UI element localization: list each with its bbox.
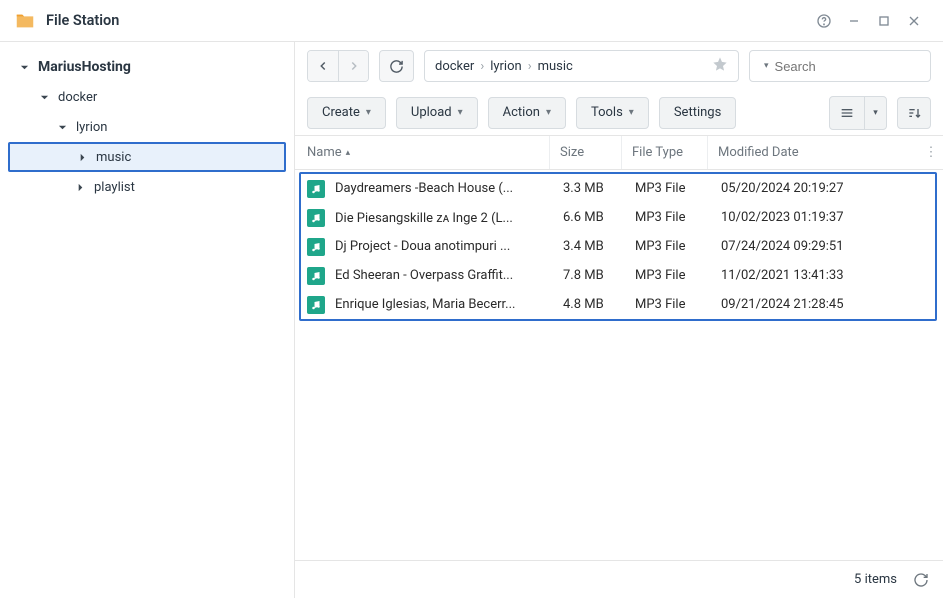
caret-down-icon: [56, 121, 68, 133]
file-size: 7.8 MB: [553, 268, 625, 283]
table-row[interactable]: Ed Sheeran - Overpass Graffit...7.8 MBMP…: [301, 261, 935, 290]
close-button[interactable]: [899, 6, 929, 36]
breadcrumb-item[interactable]: music: [538, 59, 573, 74]
file-type: MP3 File: [625, 239, 711, 254]
caret-down-icon: [38, 91, 50, 103]
list-view-button[interactable]: [830, 97, 864, 129]
file-name: Enrique Iglesias, Maria Becerr...: [335, 297, 553, 312]
table-row[interactable]: Die Piesangskille ᴢᴀ Inge 2 (L...6.6 MBM…: [301, 203, 935, 232]
file-name: Dj Project - Doua anotimpuri ...: [335, 239, 553, 254]
file-date: 05/20/2024 20:19:27: [711, 181, 935, 196]
item-count: 5 items: [854, 572, 897, 587]
music-file-icon: [307, 180, 325, 198]
music-file-icon: [307, 209, 325, 227]
app-title: File Station: [46, 12, 809, 29]
file-size: 3.4 MB: [553, 239, 625, 254]
file-date: 07/24/2024 09:29:51: [711, 239, 935, 254]
help-button[interactable]: [809, 6, 839, 36]
tree-item-lyrion[interactable]: lyrion: [0, 112, 294, 142]
caret-right-icon: [76, 151, 88, 163]
nav-toolbar: docker › lyrion › music ▾: [295, 42, 943, 90]
file-size: 4.8 MB: [553, 297, 625, 312]
file-date: 09/21/2024 21:28:45: [711, 297, 935, 312]
file-table: Name▴ Size File Type Modified Date ⋮ Day…: [295, 136, 943, 560]
status-bar: 5 items: [295, 560, 943, 598]
action-toolbar: Create▾ Upload▾ Action▾ Tools▾ Settings …: [295, 90, 943, 136]
column-header-name[interactable]: Name▴: [307, 136, 549, 169]
file-name: Daydreamers -Beach House (...: [335, 181, 553, 196]
nav-back-button[interactable]: [308, 51, 338, 81]
caret-down-icon[interactable]: ▾: [764, 61, 769, 71]
chevron-right-icon: ›: [528, 59, 532, 74]
tree-item-label: docker: [58, 90, 97, 105]
music-file-icon: [307, 296, 325, 314]
file-name: Ed Sheeran - Overpass Graffit...: [335, 268, 553, 283]
folder-tree: MariusHosting docker lyrion music playlist: [0, 42, 295, 598]
column-header-date[interactable]: Modified Date: [707, 136, 919, 169]
app-folder-icon: [14, 10, 36, 32]
file-name: Die Piesangskille ᴢᴀ Inge 2 (L...: [335, 210, 553, 226]
nav-forward-button[interactable]: [338, 51, 368, 81]
column-header-size[interactable]: Size: [549, 136, 621, 169]
main-panel: docker › lyrion › music ▾ Create▾ Upload…: [295, 42, 943, 598]
file-date: 10/02/2023 01:19:37: [711, 210, 935, 225]
music-file-icon: [307, 267, 325, 285]
maximize-button[interactable]: [869, 6, 899, 36]
sort-button[interactable]: [897, 97, 931, 129]
column-header-row: Name▴ Size File Type Modified Date ⋮: [295, 136, 943, 170]
tree-item-label: playlist: [94, 180, 135, 195]
favorite-star-icon[interactable]: [712, 56, 728, 76]
file-size: 3.3 MB: [553, 181, 625, 196]
search-input[interactable]: [775, 59, 943, 74]
caret-down-icon: [18, 61, 30, 73]
tree-item-playlist[interactable]: playlist: [0, 172, 294, 202]
breadcrumb-item[interactable]: lyrion: [490, 59, 521, 74]
file-size: 6.6 MB: [553, 210, 625, 225]
chevron-right-icon: ›: [480, 59, 484, 74]
search-box[interactable]: ▾: [749, 50, 931, 82]
caret-right-icon: [74, 181, 86, 193]
file-date: 11/02/2021 13:41:33: [711, 268, 935, 283]
tree-item-music[interactable]: music: [8, 142, 286, 172]
column-header-type[interactable]: File Type: [621, 136, 707, 169]
tree-item-label: lyrion: [76, 120, 107, 135]
table-row[interactable]: Enrique Iglesias, Maria Becerr...4.8 MBM…: [301, 290, 935, 319]
tree-item-label: music: [96, 150, 131, 165]
file-type: MP3 File: [625, 181, 711, 196]
view-dropdown-button[interactable]: ▾: [864, 97, 886, 129]
status-refresh-button[interactable]: [913, 572, 929, 588]
breadcrumb: docker › lyrion › music: [424, 50, 739, 82]
refresh-button[interactable]: [379, 50, 414, 82]
breadcrumb-item[interactable]: docker: [435, 59, 474, 74]
titlebar: File Station: [0, 0, 943, 42]
file-type: MP3 File: [625, 210, 711, 225]
tree-root[interactable]: MariusHosting: [0, 52, 294, 82]
music-file-icon: [307, 238, 325, 256]
settings-button[interactable]: Settings: [659, 97, 736, 129]
file-type: MP3 File: [625, 268, 711, 283]
tools-button[interactable]: Tools▾: [576, 97, 649, 129]
table-row[interactable]: Daydreamers -Beach House (...3.3 MBMP3 F…: [301, 174, 935, 203]
table-row[interactable]: Dj Project - Doua anotimpuri ...3.4 MBMP…: [301, 232, 935, 261]
action-button[interactable]: Action▾: [488, 97, 566, 129]
file-type: MP3 File: [625, 297, 711, 312]
upload-button[interactable]: Upload▾: [396, 97, 478, 129]
minimize-button[interactable]: [839, 6, 869, 36]
column-options-button[interactable]: ⋮: [919, 145, 943, 160]
sort-asc-icon: ▴: [346, 148, 351, 158]
tree-item-docker[interactable]: docker: [0, 82, 294, 112]
create-button[interactable]: Create▾: [307, 97, 386, 129]
